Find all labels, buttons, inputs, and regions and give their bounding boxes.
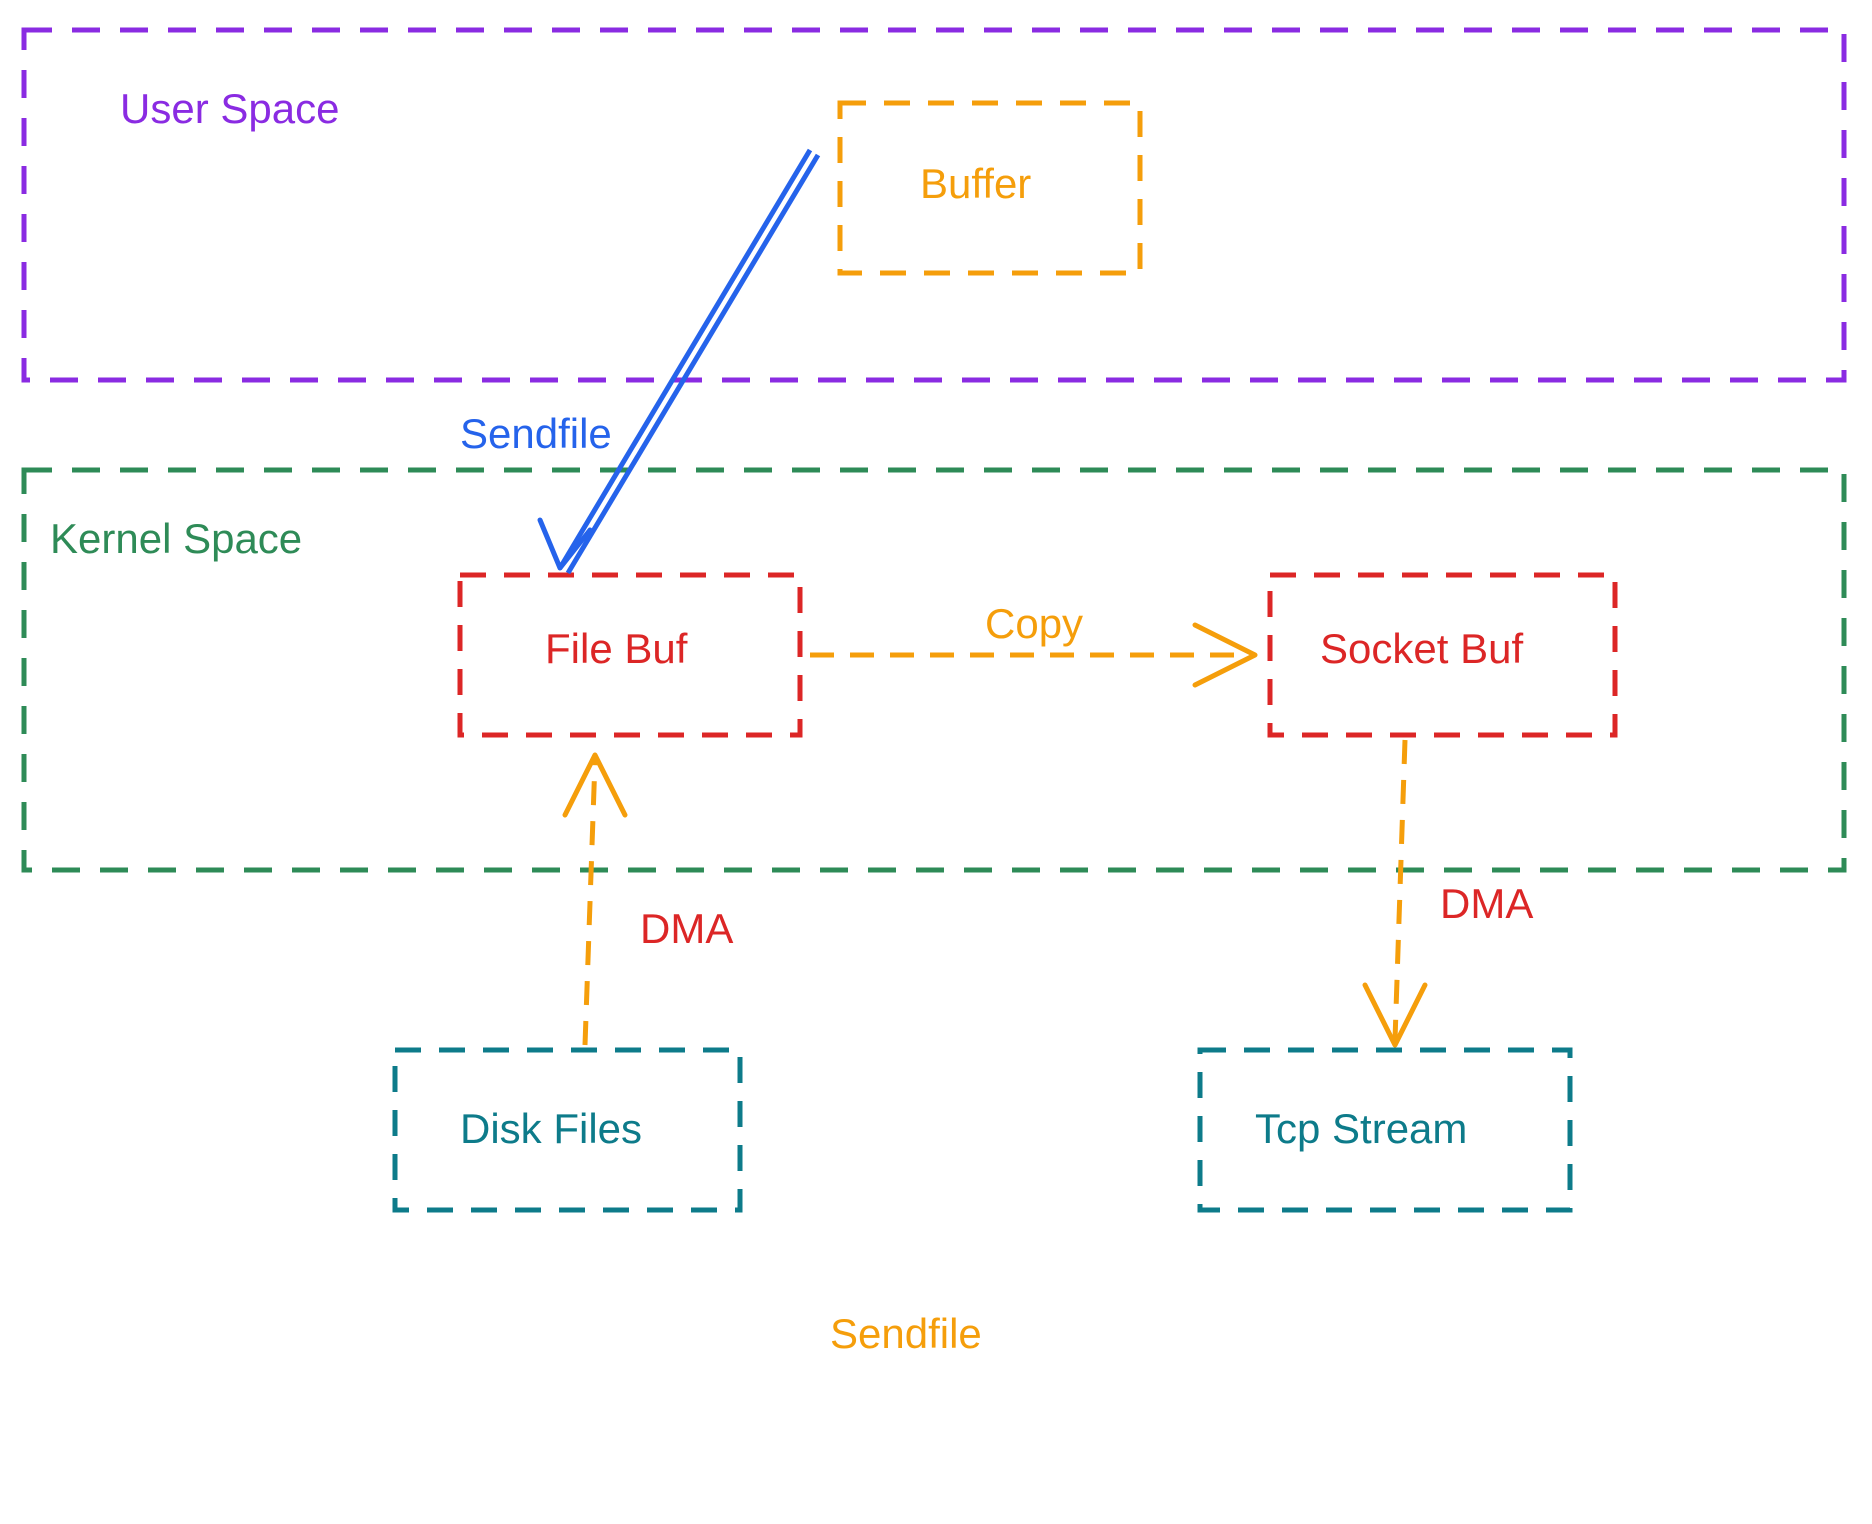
diagram-title: Sendfile (830, 1310, 982, 1358)
copy-arrow-label: Copy (985, 600, 1083, 648)
dma-disk-arrow (585, 760, 595, 1045)
kernel-space-label: Kernel Space (50, 515, 302, 563)
user-space-label: User Space (120, 85, 339, 133)
tcp-stream-label: Tcp Stream (1255, 1105, 1467, 1153)
dma-tcp-arrow (1395, 740, 1405, 1040)
dma-disk-label: DMA (640, 905, 733, 953)
socket-buf-label: Socket Buf (1320, 625, 1523, 673)
disk-files-label: Disk Files (460, 1105, 642, 1153)
sendfile-arrow-label: Sendfile (460, 410, 612, 458)
buffer-label: Buffer (920, 160, 1031, 208)
sendfile-diagram (0, 0, 1872, 1524)
file-buf-label: File Buf (545, 625, 687, 673)
dma-tcp-label: DMA (1440, 880, 1533, 928)
sendfile-arrow (560, 150, 810, 568)
